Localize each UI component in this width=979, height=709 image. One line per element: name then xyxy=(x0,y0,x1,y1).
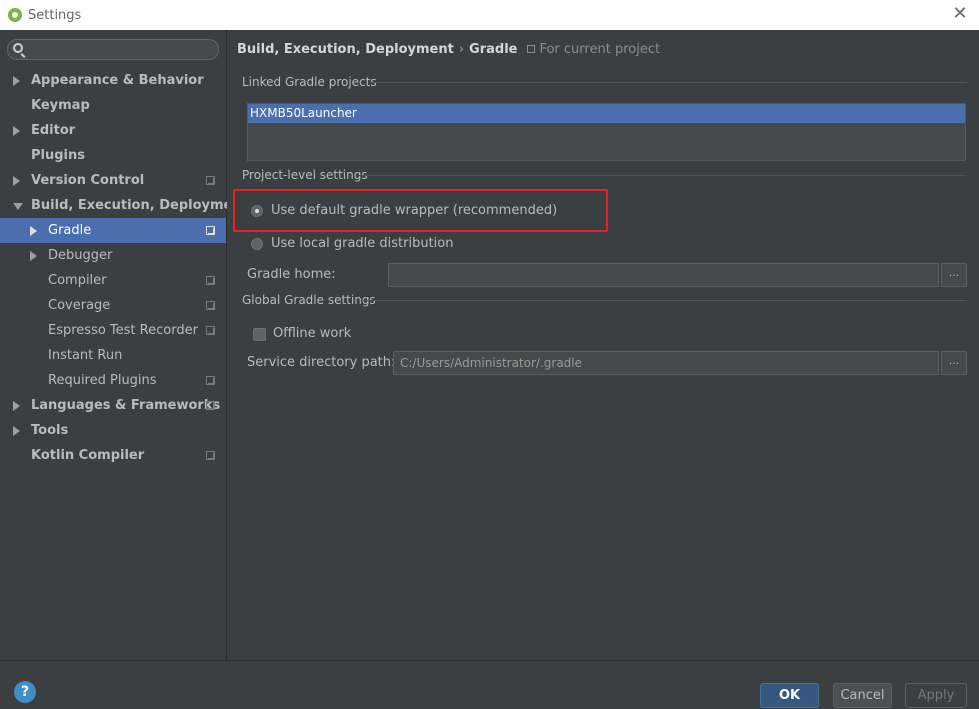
project-scope-icon xyxy=(206,326,215,335)
global-settings-title: Global Gradle settings xyxy=(242,293,376,307)
offline-work-option[interactable]: Offline work xyxy=(253,325,453,343)
breadcrumb-parent: Build, Execution, Deployment xyxy=(237,42,454,57)
sidebar-item-label: Build, Execution, Deployment xyxy=(31,198,248,213)
sidebar-item-label: Tools xyxy=(31,423,69,438)
apply-button[interactable]: Apply xyxy=(905,683,967,708)
linked-projects-title: Linked Gradle projects xyxy=(242,75,377,89)
chevron-down-icon[interactable] xyxy=(13,203,23,210)
default-wrapper-radio[interactable] xyxy=(251,205,263,217)
default-wrapper-label: Use default gradle wrapper (recommended) xyxy=(271,203,558,218)
offline-work-checkbox[interactable] xyxy=(253,328,266,341)
chevron-right-icon[interactable] xyxy=(13,401,20,411)
group-divider xyxy=(363,300,967,301)
sidebar-item-compiler[interactable]: Compiler xyxy=(0,268,226,293)
gradle-settings-panel: Build, Execution, Deployment › Gradle For c… xyxy=(227,30,979,660)
scope-label: For current project xyxy=(539,42,661,57)
sidebar-item-required-plugins[interactable]: Required Plugins xyxy=(0,368,226,393)
project-scope-icon xyxy=(206,176,215,185)
sidebar-item-kotlin-compiler[interactable]: Kotlin Compiler xyxy=(0,443,226,468)
local-distribution-radio[interactable] xyxy=(251,238,263,250)
sidebar-item-tools[interactable]: Tools xyxy=(0,418,226,443)
sidebar-item-espresso-test-recorder[interactable]: Espresso Test Recorder xyxy=(0,318,226,343)
sidebar-item-label: Plugins xyxy=(31,148,85,163)
sidebar-item-label: Languages & Frameworks xyxy=(31,398,221,413)
project-scope-icon xyxy=(206,401,215,410)
sidebar-item-label: Debugger xyxy=(48,248,113,263)
sidebar-item-appearance-behavior[interactable]: Appearance & Behavior xyxy=(0,68,226,93)
sidebar-item-coverage[interactable]: Coverage xyxy=(0,293,226,318)
cancel-button[interactable]: Cancel xyxy=(833,683,892,708)
window-title: Settings xyxy=(28,7,82,23)
chevron-right-icon[interactable] xyxy=(13,126,20,136)
sidebar-item-instant-run[interactable]: Instant Run xyxy=(0,343,226,368)
group-divider xyxy=(359,175,967,176)
project-scope-icon xyxy=(527,45,536,53)
chevron-right-icon[interactable] xyxy=(13,76,20,86)
close-icon[interactable]: ✕ xyxy=(951,5,969,23)
settings-sidebar: Appearance & Behavior Keymap Editor Plugins… xyxy=(0,30,248,660)
sidebar-item-label: Espresso Test Recorder xyxy=(48,323,198,338)
service-dir-browse-button[interactable]: ... xyxy=(941,351,967,375)
sidebar-item-version-control[interactable]: Version Control xyxy=(0,168,226,193)
sidebar-item-label: Editor xyxy=(31,123,76,138)
sidebar-item-editor[interactable]: Editor xyxy=(0,118,226,143)
local-distribution-label: Use local gradle distribution xyxy=(271,236,454,251)
service-dir-label: Service directory path: xyxy=(247,355,396,370)
settings-tree: Appearance & Behavior Keymap Editor Plugins… xyxy=(0,68,248,468)
sidebar-item-label: Gradle xyxy=(48,223,92,238)
local-distribution-option[interactable]: Use local gradle distribution xyxy=(251,235,551,253)
sidebar-item-label: Version Control xyxy=(31,173,145,188)
sidebar-item-gradle[interactable]: Gradle xyxy=(0,218,226,243)
project-scope-icon xyxy=(206,276,215,285)
linked-projects-list[interactable]: HXMB50Launcher xyxy=(247,103,966,161)
sidebar-item-keymap[interactable]: Keymap xyxy=(0,93,226,118)
ok-button[interactable]: OK xyxy=(760,683,819,708)
chevron-right-icon[interactable] xyxy=(30,226,37,236)
gradle-home-field[interactable] xyxy=(388,263,939,287)
breadcrumb: Build, Execution, Deployment › Gradle For c… xyxy=(237,41,660,59)
sidebar-item-label: Keymap xyxy=(31,98,90,113)
android-studio-icon xyxy=(8,8,22,22)
sidebar-item-label: Kotlin Compiler xyxy=(31,448,145,463)
search-box[interactable] xyxy=(7,39,219,60)
list-item[interactable]: HXMB50Launcher xyxy=(248,104,965,123)
sidebar-item-languages-frameworks[interactable]: Languages & Frameworks xyxy=(0,393,226,418)
sidebar-item-build-execution-deployment[interactable]: Build, Execution, Deployment xyxy=(0,193,248,218)
dialog-footer: ? OK Cancel Apply xyxy=(0,660,979,709)
gradle-home-label: Gradle home: xyxy=(247,267,336,282)
gradle-home-browse-button[interactable]: ... xyxy=(941,263,967,287)
breadcrumb-separator: › xyxy=(458,42,465,57)
offline-work-label: Offline work xyxy=(273,326,352,341)
project-scope-icon xyxy=(206,301,215,310)
title-bar: Settings ✕ xyxy=(0,0,979,30)
group-divider xyxy=(370,82,967,83)
default-wrapper-option[interactable]: Use default gradle wrapper (recommended) xyxy=(251,202,557,220)
project-level-title: Project-level settings xyxy=(242,168,368,182)
search-icon xyxy=(13,43,23,53)
sidebar-item-label: Instant Run xyxy=(48,348,123,363)
scope-note: For current project xyxy=(527,42,660,57)
sidebar-item-label: Required Plugins xyxy=(48,373,157,388)
sidebar-item-plugins[interactable]: Plugins xyxy=(0,143,226,168)
sidebar-item-label: Coverage xyxy=(48,298,111,313)
search-input[interactable] xyxy=(28,41,213,58)
chevron-right-icon[interactable] xyxy=(13,176,20,186)
project-scope-icon xyxy=(206,226,215,235)
chevron-right-icon[interactable] xyxy=(13,426,20,436)
chevron-right-icon[interactable] xyxy=(30,251,37,261)
project-scope-icon xyxy=(206,451,215,460)
breadcrumb-current: Gradle xyxy=(469,42,518,57)
project-scope-icon xyxy=(206,376,215,385)
sidebar-item-label: Appearance & Behavior xyxy=(31,73,204,88)
sidebar-item-debugger[interactable]: Debugger xyxy=(0,243,226,268)
service-dir-field[interactable] xyxy=(393,351,939,375)
sidebar-item-label: Compiler xyxy=(48,273,107,288)
help-icon[interactable]: ? xyxy=(14,681,36,703)
